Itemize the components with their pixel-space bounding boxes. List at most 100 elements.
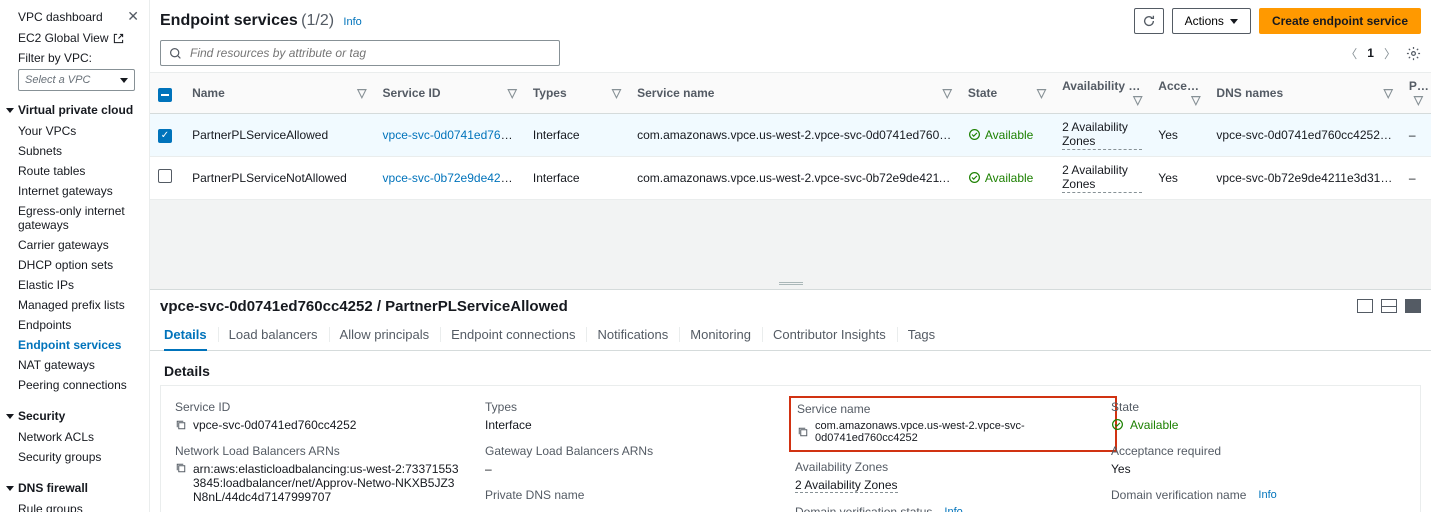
column-header[interactable]: Pri▽ (1401, 73, 1431, 114)
sidebar-item[interactable]: Endpoint services (0, 335, 149, 355)
field-state: State Available (1111, 400, 1406, 432)
sidebar-item[interactable]: Elastic IPs (0, 275, 149, 295)
cell-az: 2 Availability Zones (1062, 120, 1142, 150)
sort-icon: ▽ (1133, 93, 1142, 107)
tab[interactable]: Notifications (597, 323, 668, 350)
chevron-down-icon (1230, 19, 1238, 24)
prev-page-button[interactable]: 〈 (1345, 45, 1357, 62)
info-link[interactable]: Info (343, 16, 361, 28)
field-domain-verification-status: Domain verification statusInfo – (795, 505, 1111, 512)
sidebar-item[interactable]: NAT gateways (0, 355, 149, 375)
sidebar-item[interactable]: DHCP option sets (0, 255, 149, 275)
tab[interactable]: Allow principals (340, 323, 430, 350)
search-input[interactable] (188, 45, 551, 61)
sort-icon: ▽ (1384, 86, 1393, 100)
field-availability-zones: Availability Zones 2 Availability Zones (795, 460, 1111, 493)
table-row[interactable]: PartnerPLServiceAllowed vpce-svc-0d0741e… (150, 114, 1431, 157)
copy-icon[interactable] (175, 462, 187, 474)
status-available-icon (968, 128, 981, 141)
row-checkbox[interactable] (158, 169, 172, 183)
column-header[interactable]: Service name▽ (629, 73, 960, 114)
table-row[interactable]: PartnerPLServiceNotAllowed vpce-svc-0b72… (150, 156, 1431, 198)
tab[interactable]: Details (164, 323, 207, 350)
field-service-id: Service ID vpce-svc-0d0741ed760cc4252 (175, 400, 485, 432)
sidebar-item[interactable]: Network ACLs (0, 427, 149, 447)
endpoint-services-table: Name▽Service ID▽Types▽Service name▽State… (150, 73, 1431, 279)
sidebar-ec2-link[interactable]: EC2 Global View (0, 29, 149, 51)
tab[interactable]: Tags (908, 323, 935, 350)
sidebar-item[interactable]: Your VPCs (0, 121, 149, 141)
refresh-button[interactable] (1134, 8, 1164, 34)
copy-icon[interactable] (797, 426, 809, 438)
details-section-title: Details (150, 351, 1431, 385)
sort-icon: ▽ (943, 86, 952, 100)
row-checkbox[interactable] (158, 129, 172, 143)
column-header[interactable]: Acce…▽ (1150, 73, 1208, 114)
sidebar-item[interactable]: Carrier gateways (0, 235, 149, 255)
sidebar-item[interactable]: Route tables (0, 161, 149, 181)
field-glb-arns: Gateway Load Balancers ARNs – (485, 444, 795, 476)
create-endpoint-service-button[interactable]: Create endpoint service (1259, 8, 1421, 34)
field-types: Types Interface (485, 400, 795, 432)
status-available-icon (968, 171, 981, 184)
cell-name: PartnerPLServiceAllowed (184, 114, 374, 157)
details-panel-title: vpce-svc-0d0741ed760cc4252 / PartnerPLSe… (160, 298, 568, 315)
column-header[interactable]: State▽ (960, 73, 1054, 114)
sidebar-item[interactable]: Security groups (0, 447, 149, 467)
close-icon[interactable]: ✕ (127, 8, 139, 25)
split-handle[interactable] (150, 279, 1431, 289)
sidebar-item[interactable]: Endpoints (0, 315, 149, 335)
caret-down-icon (6, 486, 14, 491)
info-link[interactable]: Info (944, 506, 962, 512)
sidebar-item[interactable]: Rule groups (0, 499, 149, 512)
tab[interactable]: Load balancers (229, 323, 318, 350)
column-header[interactable]: Availability …▽ (1054, 73, 1150, 114)
column-header[interactable]: DNS names▽ (1208, 73, 1400, 114)
gear-icon[interactable] (1406, 46, 1421, 61)
sidebar-section-header[interactable]: Virtual private cloud (0, 101, 149, 119)
sidebar-item[interactable]: Peering connections (0, 375, 149, 395)
info-link[interactable]: Info (1258, 489, 1276, 501)
sidebar-section-header[interactable]: Security (0, 407, 149, 425)
cell-dns: vpce-svc-0b72e9de4211e3d31.us-west-… (1208, 156, 1400, 198)
sidebar-item[interactable]: Subnets (0, 141, 149, 161)
panel-split-icon[interactable] (1381, 299, 1397, 313)
pagination: 〈 1 〉 (1345, 45, 1421, 62)
sidebar: VPC dashboard ✕ EC2 Global View Filter b… (0, 0, 150, 512)
vpc-filter-select[interactable]: Select a VPC (18, 69, 135, 91)
details-tabs: Details Load balancers Allow principals End… (150, 315, 1431, 351)
search-input-wrap[interactable] (160, 40, 560, 66)
cell-service-name: com.amazonaws.vpce.us-west-2.vpce-svc-0b… (629, 156, 960, 198)
tab[interactable]: Monitoring (690, 323, 751, 350)
column-header[interactable]: Types▽ (525, 73, 629, 114)
tab[interactable]: Contributor Insights (773, 323, 886, 350)
sort-icon: ▽ (1414, 93, 1423, 107)
filter-label: Filter by VPC: (0, 51, 149, 69)
sidebar-item[interactable]: Internet gateways (0, 181, 149, 201)
actions-button[interactable]: Actions (1172, 8, 1251, 34)
service-id-link[interactable]: vpce-svc-0d0741ed760cc4252 (383, 128, 525, 142)
cell-acceptance: Yes (1150, 114, 1208, 157)
caret-down-icon (6, 414, 14, 419)
column-header[interactable]: Name▽ (184, 73, 374, 114)
panel-full-icon[interactable] (1405, 299, 1421, 313)
column-header[interactable]: Service ID▽ (375, 73, 525, 114)
sidebar-dashboard-link[interactable]: VPC dashboard (18, 10, 103, 24)
external-link-icon (113, 33, 124, 44)
field-domain-verification-name: Domain verification nameInfo – (1111, 488, 1406, 512)
copy-icon[interactable] (175, 419, 187, 431)
sort-icon: ▽ (357, 86, 366, 100)
tab[interactable]: Endpoint connections (451, 323, 575, 350)
next-page-button[interactable]: 〉 (1384, 45, 1396, 62)
panel-layout-icon[interactable] (1357, 299, 1373, 313)
sidebar-section-header[interactable]: DNS firewall (0, 479, 149, 497)
sort-icon: ▽ (612, 86, 621, 100)
search-icon (169, 47, 182, 60)
select-all-checkbox[interactable] (158, 88, 172, 102)
sidebar-item[interactable]: Managed prefix lists (0, 295, 149, 315)
service-id-link[interactable]: vpce-svc-0b72e9de4211e3d31 (383, 171, 525, 185)
sidebar-item[interactable]: Egress-only internet gateways (0, 201, 149, 235)
field-acceptance: Acceptance required Yes (1111, 444, 1406, 476)
status-available-icon (1111, 418, 1124, 431)
field-service-name: Service name com.amazonaws.vpce.us-west-… (797, 402, 1109, 444)
